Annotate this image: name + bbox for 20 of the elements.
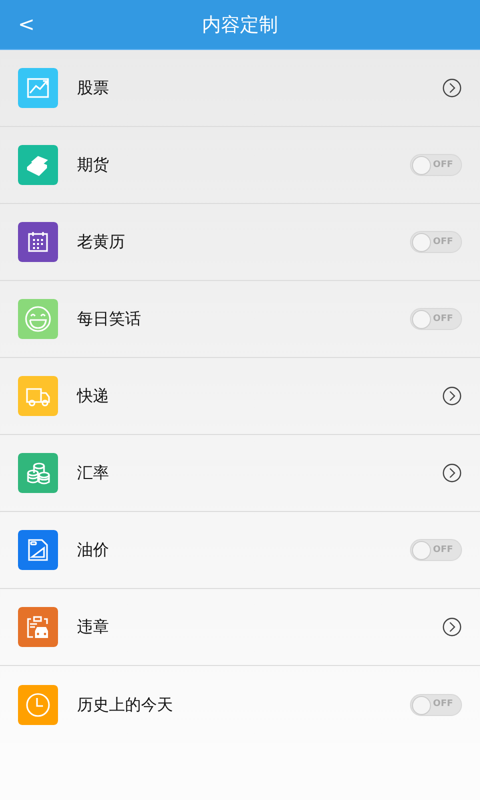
toggle-switch[interactable]: OFF (410, 308, 462, 330)
item-label: 汇率 (77, 462, 110, 484)
chevron-circle-icon[interactable] (442, 617, 462, 637)
item-label: 历史上的今天 (77, 694, 174, 716)
back-button[interactable]: < (12, 10, 41, 38)
item-label: 老黄历 (77, 231, 126, 253)
chevron-circle-icon[interactable] (442, 78, 462, 98)
item-label: 股票 (77, 77, 110, 99)
page-title: 内容定制 (202, 13, 278, 38)
item-label: 违章 (77, 616, 110, 638)
toggle-switch[interactable]: OFF (410, 694, 462, 716)
item-label: 期货 (77, 154, 110, 176)
toggle-switch[interactable]: OFF (410, 154, 462, 176)
item-label: 每日笑话 (77, 308, 142, 330)
chevron-circle-icon[interactable] (442, 386, 462, 406)
toggle-switch[interactable]: OFF (410, 539, 462, 561)
item-label: 油价 (77, 539, 110, 561)
chevron-circle-icon[interactable] (442, 463, 462, 483)
toggle-switch[interactable]: OFF (410, 231, 462, 253)
item-label: 快递 (77, 385, 110, 407)
